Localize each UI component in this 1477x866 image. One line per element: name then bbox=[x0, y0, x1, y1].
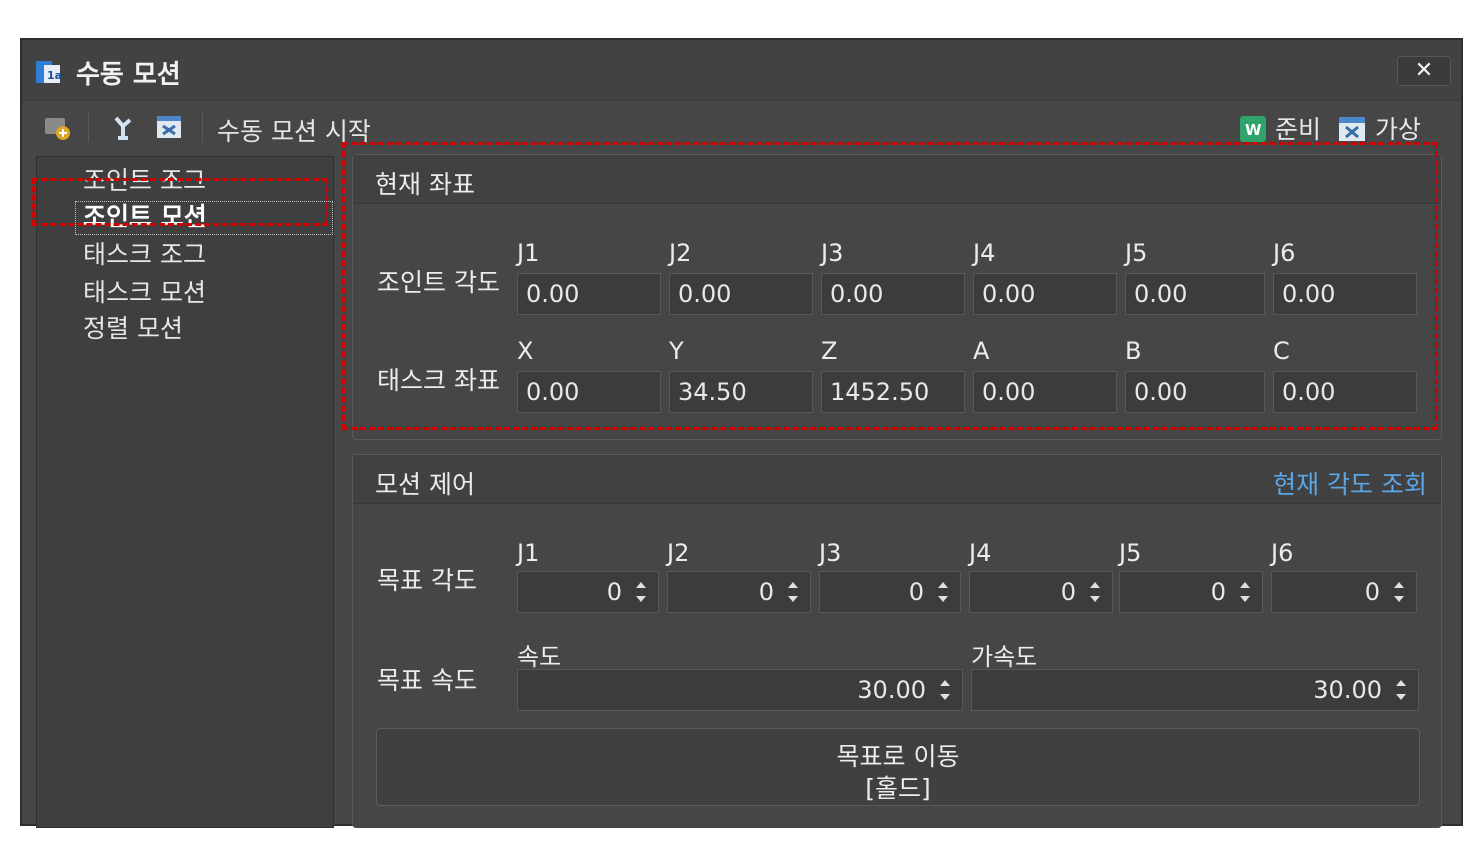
robot-add-icon[interactable] bbox=[42, 112, 72, 142]
col-label-j5: J5 bbox=[1119, 539, 1142, 567]
accel-spinbox[interactable]: 30.00 bbox=[971, 669, 1419, 711]
spin-arrows-icon[interactable] bbox=[630, 576, 652, 608]
ready-icon: W bbox=[1240, 116, 1267, 142]
joint-j3-value: 0.00 bbox=[821, 273, 965, 315]
task-z-value: 1452.50 bbox=[821, 371, 965, 413]
hold-label: [홀드] bbox=[865, 774, 931, 803]
spin-value: 0 bbox=[606, 578, 622, 606]
panel-title: 현재 좌표 bbox=[375, 170, 475, 199]
joint-j2-value: 0.00 bbox=[669, 273, 813, 315]
panel-header: 모션 제어 현재 각도 조회 bbox=[353, 455, 1441, 504]
col-label-j6: J6 bbox=[1271, 539, 1294, 567]
svg-text:1a: 1a bbox=[47, 69, 62, 82]
target-j6-spinbox[interactable]: 0 bbox=[1271, 571, 1417, 613]
spin-value: 0 bbox=[1364, 578, 1380, 606]
target-speed-row-label: 목표 속도 bbox=[377, 666, 477, 695]
panel-header: 현재 좌표 bbox=[353, 155, 1441, 204]
spin-arrows-icon[interactable] bbox=[782, 576, 804, 608]
joint-angle-row-label: 조인트 각도 bbox=[377, 268, 500, 297]
col-label-j3: J3 bbox=[819, 539, 842, 567]
target-j3-spinbox[interactable]: 0 bbox=[819, 571, 961, 613]
col-label-z: Z bbox=[821, 337, 838, 365]
task-b-value: 0.00 bbox=[1125, 371, 1265, 413]
col-label-c: C bbox=[1273, 337, 1290, 365]
spin-arrows-icon[interactable] bbox=[934, 674, 956, 706]
ready-status[interactable]: W 준비 bbox=[1239, 110, 1321, 146]
joint-j4-value: 0.00 bbox=[973, 273, 1117, 315]
spin-value: 0 bbox=[758, 578, 774, 606]
motion-type-list: 조인트 조그 조인트 모션 태스크 조그 태스크 모션 정렬 모션 bbox=[36, 156, 334, 828]
virtual-label: 가상 bbox=[1374, 115, 1421, 144]
task-x-value: 0.00 bbox=[517, 371, 661, 413]
move-button-label: 목표로 이동 bbox=[836, 742, 960, 771]
col-label-j1: J1 bbox=[517, 239, 540, 267]
col-label-j3: J3 bbox=[821, 239, 844, 267]
sim-window-icon[interactable] bbox=[154, 112, 184, 142]
move-to-target-button[interactable]: 목표로 이동 [홀드] bbox=[376, 728, 1420, 806]
spin-arrows-icon[interactable] bbox=[1388, 576, 1410, 608]
target-angle-row-label: 목표 각도 bbox=[377, 566, 477, 595]
virtual-icon bbox=[1339, 117, 1366, 141]
ready-label: 준비 bbox=[1274, 115, 1321, 144]
spin-value: 30.00 bbox=[1313, 676, 1382, 704]
target-j1-spinbox[interactable]: 0 bbox=[517, 571, 659, 613]
sidebar-item-task-jog[interactable]: 태스크 조그 bbox=[83, 235, 206, 271]
col-label-j4: J4 bbox=[973, 239, 996, 267]
toolbar-separator bbox=[88, 112, 89, 142]
col-label-y: Y bbox=[669, 337, 684, 365]
col-label-a: A bbox=[973, 337, 990, 365]
sidebar-item-align-motion[interactable]: 정렬 모션 bbox=[83, 309, 183, 345]
col-label-x: X bbox=[517, 337, 534, 365]
joint-j6-value: 0.00 bbox=[1273, 273, 1417, 315]
query-current-angle-link[interactable]: 현재 각도 조회 bbox=[1273, 465, 1427, 501]
col-label-j4: J4 bbox=[969, 539, 992, 567]
col-label-b: B bbox=[1125, 337, 1142, 365]
joint-j1-value: 0.00 bbox=[517, 273, 661, 315]
title-bar: 1a 수동 모션 ✕ bbox=[22, 40, 1461, 101]
joint-j5-value: 0.00 bbox=[1125, 273, 1265, 315]
robot-arm-icon[interactable] bbox=[108, 112, 138, 142]
spin-value: 0 bbox=[1060, 578, 1076, 606]
col-label-j5: J5 bbox=[1125, 239, 1148, 267]
sidebar-item-joint-motion[interactable]: 조인트 모션 bbox=[83, 197, 207, 233]
accel-label: 가속도 bbox=[971, 643, 1038, 671]
sidebar-item-joint-jog[interactable]: 조인트 조그 bbox=[83, 161, 206, 197]
svg-text:W: W bbox=[1245, 121, 1262, 139]
sidebar-item-task-motion[interactable]: 태스크 모션 bbox=[83, 273, 206, 309]
target-j5-spinbox[interactable]: 0 bbox=[1119, 571, 1263, 613]
speed-spinbox[interactable]: 30.00 bbox=[517, 669, 963, 711]
col-label-j6: J6 bbox=[1273, 239, 1296, 267]
spin-arrows-icon[interactable] bbox=[1084, 576, 1106, 608]
close-icon: ✕ bbox=[1414, 58, 1434, 83]
manual-motion-window: 1a 수동 모션 ✕ 수동 모션 시작 W 준비 가상 조인트 조그 조인트 모… bbox=[20, 38, 1463, 828]
virtual-mode-toggle[interactable]: 가상 bbox=[1337, 110, 1421, 146]
close-button[interactable]: ✕ bbox=[1397, 56, 1451, 86]
toolbar-separator bbox=[202, 112, 203, 142]
spin-arrows-icon[interactable] bbox=[1234, 576, 1256, 608]
target-j2-spinbox[interactable]: 0 bbox=[667, 571, 811, 613]
start-manual-motion-button[interactable]: 수동 모션 시작 bbox=[217, 112, 371, 148]
col-label-j2: J2 bbox=[669, 239, 692, 267]
spin-value: 30.00 bbox=[857, 676, 926, 704]
spin-arrows-icon[interactable] bbox=[932, 576, 954, 608]
col-label-j1: J1 bbox=[517, 539, 540, 567]
panel-title: 모션 제어 bbox=[375, 470, 475, 499]
task-y-value: 34.50 bbox=[669, 371, 813, 413]
current-coordinates-panel: 현재 좌표 조인트 각도 태스크 좌표 J1 J2 J3 J4 J5 J6 0.… bbox=[352, 154, 1442, 440]
spin-arrows-icon[interactable] bbox=[1390, 674, 1412, 706]
target-j4-spinbox[interactable]: 0 bbox=[969, 571, 1113, 613]
col-label-j2: J2 bbox=[667, 539, 690, 567]
task-a-value: 0.00 bbox=[973, 371, 1117, 413]
toolbar: 수동 모션 시작 W 준비 가상 bbox=[22, 100, 1461, 152]
spin-value: 0 bbox=[908, 578, 924, 606]
app-icon: 1a bbox=[36, 61, 62, 83]
spin-value: 0 bbox=[1210, 578, 1226, 606]
task-coord-row-label: 태스크 좌표 bbox=[377, 366, 500, 395]
window-title: 수동 모션 bbox=[76, 60, 181, 90]
task-c-value: 0.00 bbox=[1273, 371, 1417, 413]
speed-label: 속도 bbox=[517, 643, 562, 671]
